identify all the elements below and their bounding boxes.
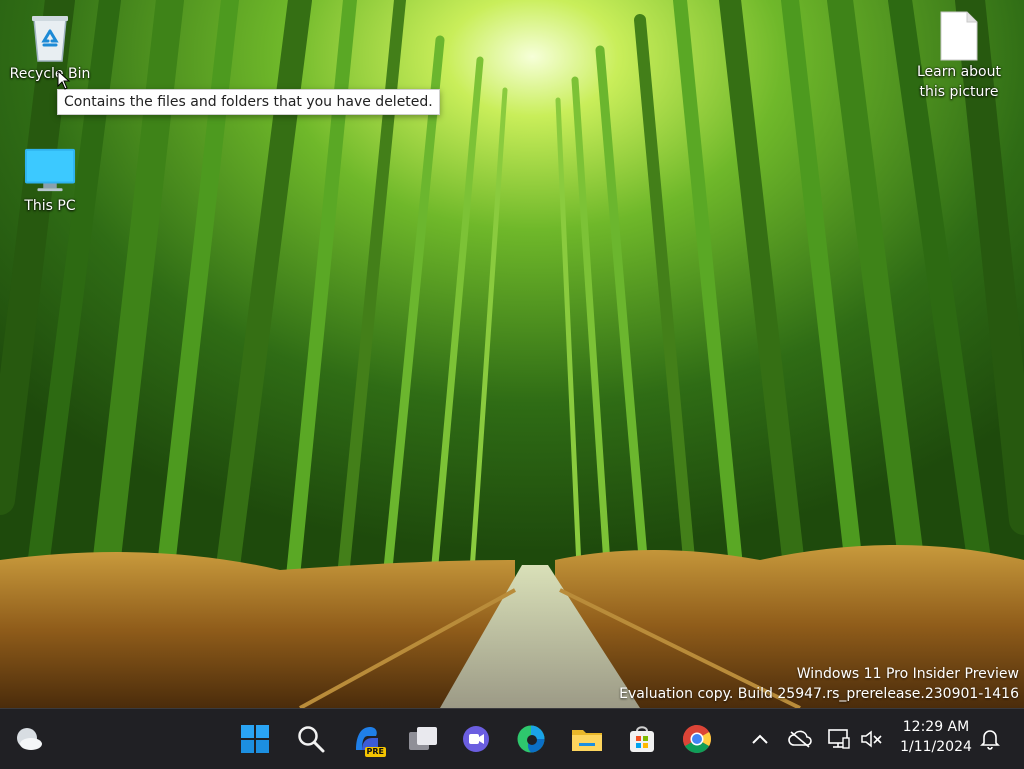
windows-logo-icon <box>241 725 269 753</box>
cloud-offline-icon <box>788 730 812 748</box>
clock-button[interactable]: 12:29 AM 1/11/2024 <box>892 717 980 757</box>
clock-date: 1/11/2024 <box>900 739 972 755</box>
widgets-button[interactable] <box>6 717 50 761</box>
onedrive-button[interactable] <box>785 723 815 755</box>
teams-button[interactable] <box>454 717 498 761</box>
chrome-icon <box>683 725 711 753</box>
watermark-edition: Windows 11 Pro Insider Preview <box>796 666 1019 682</box>
learn-about-picture-label: Learn about this picture <box>917 64 1001 100</box>
notifications-button[interactable] <box>975 723 1005 755</box>
edge-icon <box>517 725 545 753</box>
this-pc-desktop-icon[interactable]: This PC <box>8 144 92 216</box>
recycle-bin-tooltip: Contains the files and folders that you … <box>57 89 440 115</box>
network-icon <box>828 729 850 749</box>
weather-cloud-icon <box>17 728 42 750</box>
folder-icon <box>572 730 602 751</box>
volume-muted-icon <box>861 730 882 748</box>
start-button[interactable] <box>233 717 277 761</box>
copilot-pre-badge: PRE <box>364 747 386 757</box>
task-view-icon <box>409 727 437 750</box>
this-pc-label: This PC <box>24 198 76 214</box>
show-hidden-icons-button[interactable] <box>745 723 775 755</box>
evaluation-watermark: Windows 11 Pro Insider Preview Evaluatio… <box>619 664 1019 704</box>
chevron-up-icon <box>752 734 768 744</box>
chrome-button[interactable] <box>675 717 719 761</box>
document-icon <box>933 10 985 62</box>
store-icon <box>630 726 654 752</box>
bell-icon <box>980 730 1000 750</box>
monitor-icon <box>24 144 76 196</box>
learn-about-picture-desktop-icon[interactable]: Learn about this picture <box>912 10 1006 102</box>
network-button[interactable] <box>824 723 854 755</box>
copilot-button[interactable]: PRE <box>345 717 389 761</box>
teams-icon <box>463 726 489 752</box>
mouse-pointer-icon <box>57 70 71 90</box>
recycle-bin-desktop-icon[interactable]: Recycle Bin <box>8 12 92 84</box>
clock-time: 12:29 AM <box>902 719 970 735</box>
recycle-bin-label: Recycle Bin <box>9 66 91 82</box>
search-button[interactable] <box>289 717 333 761</box>
task-view-button[interactable] <box>401 717 445 761</box>
search-icon <box>298 726 325 753</box>
edge-button[interactable] <box>509 717 553 761</box>
taskbar: PRE 12:29 AM 1/11/2024 <box>0 708 1024 769</box>
recycle-bin-icon <box>24 12 76 64</box>
store-button[interactable] <box>620 717 664 761</box>
watermark-build: Evaluation copy. Build 25947.rs_prerelea… <box>619 686 1019 702</box>
file-explorer-button[interactable] <box>565 717 609 761</box>
volume-button[interactable] <box>857 723 887 755</box>
